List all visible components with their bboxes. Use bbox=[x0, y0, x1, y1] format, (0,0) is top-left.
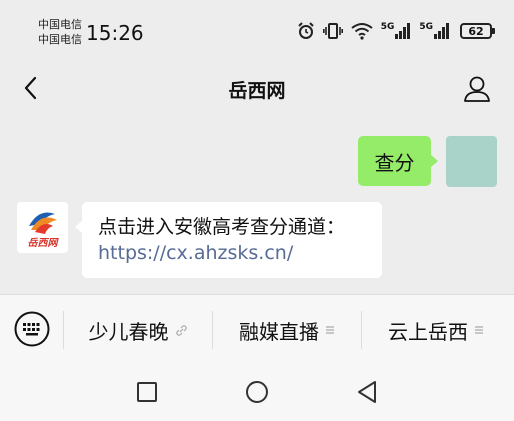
account-avatar[interactable]: 岳西网 bbox=[17, 202, 68, 253]
menu-item-label: 融媒直播 bbox=[239, 319, 319, 344]
battery-cap bbox=[492, 28, 495, 34]
account-logo-text: 岳西网 bbox=[27, 238, 58, 249]
signal-icon bbox=[395, 23, 411, 39]
nav-bar: 岳西网 bbox=[0, 64, 514, 114]
home-icon[interactable] bbox=[243, 378, 271, 406]
user-icon[interactable] bbox=[462, 74, 492, 104]
network-5g-2: 5G bbox=[419, 23, 450, 39]
incoming-message-text: 点击进入安徽高考查分通道： bbox=[98, 216, 346, 238]
outgoing-message-text: 查分 bbox=[374, 150, 415, 175]
battery-level: 62 bbox=[468, 24, 484, 38]
status-icons: 5G 5G 62 bbox=[297, 22, 495, 40]
menu-item-shaoer-chunwan[interactable]: 少儿春晚 bbox=[64, 295, 212, 365]
link-icon bbox=[175, 324, 187, 336]
outgoing-message[interactable]: 查分 bbox=[358, 136, 438, 186]
recents-icon[interactable] bbox=[133, 378, 161, 406]
incoming-message: 点击进入安徽高考查分通道： https://cx.ahzsks.cn/ bbox=[75, 202, 382, 278]
carrier-1: 中国电信 bbox=[38, 18, 82, 31]
menu-item-label: 少儿春晚 bbox=[88, 319, 169, 344]
chat-area: 查分 岳西网 点击进入安徽高考查分通道： https://cx.ahzsks.c… bbox=[0, 114, 514, 294]
account-menu-bar: 少儿春晚 融媒直播 云上岳西 bbox=[0, 294, 514, 365]
menu-item-label: 云上岳西 bbox=[388, 319, 468, 344]
self-avatar[interactable] bbox=[446, 136, 497, 187]
system-navigation-bar bbox=[0, 364, 514, 421]
network-5g-1: 5G bbox=[381, 23, 412, 39]
network-label-2: 5G bbox=[419, 22, 433, 32]
vibrate-icon bbox=[322, 23, 343, 39]
menu-item-rongmei-zhibo[interactable]: 融媒直播 bbox=[213, 295, 361, 365]
battery-icon: 62 bbox=[460, 23, 495, 39]
carrier-labels: 中国电信 中国电信 bbox=[38, 17, 82, 47]
clock: 15:26 bbox=[86, 21, 144, 45]
keyboard-icon[interactable] bbox=[14, 311, 50, 347]
status-bar: 中国电信 中国电信 15:26 5G 5G 62 bbox=[0, 0, 514, 64]
incoming-message-link[interactable]: https://cx.ahzsks.cn/ bbox=[98, 240, 293, 266]
wifi-icon bbox=[351, 23, 373, 40]
menu-icon bbox=[475, 326, 483, 334]
carrier-2: 中国电信 bbox=[38, 33, 82, 46]
alarm-icon bbox=[297, 22, 314, 39]
page-title: 岳西网 bbox=[228, 80, 286, 102]
signal-icon bbox=[434, 23, 449, 39]
network-label-1: 5G bbox=[380, 22, 395, 32]
back-triangle-icon[interactable] bbox=[353, 378, 381, 406]
menu-icon bbox=[326, 326, 334, 334]
menu-item-yunshang-yuexi[interactable]: 云上岳西 bbox=[362, 295, 510, 365]
